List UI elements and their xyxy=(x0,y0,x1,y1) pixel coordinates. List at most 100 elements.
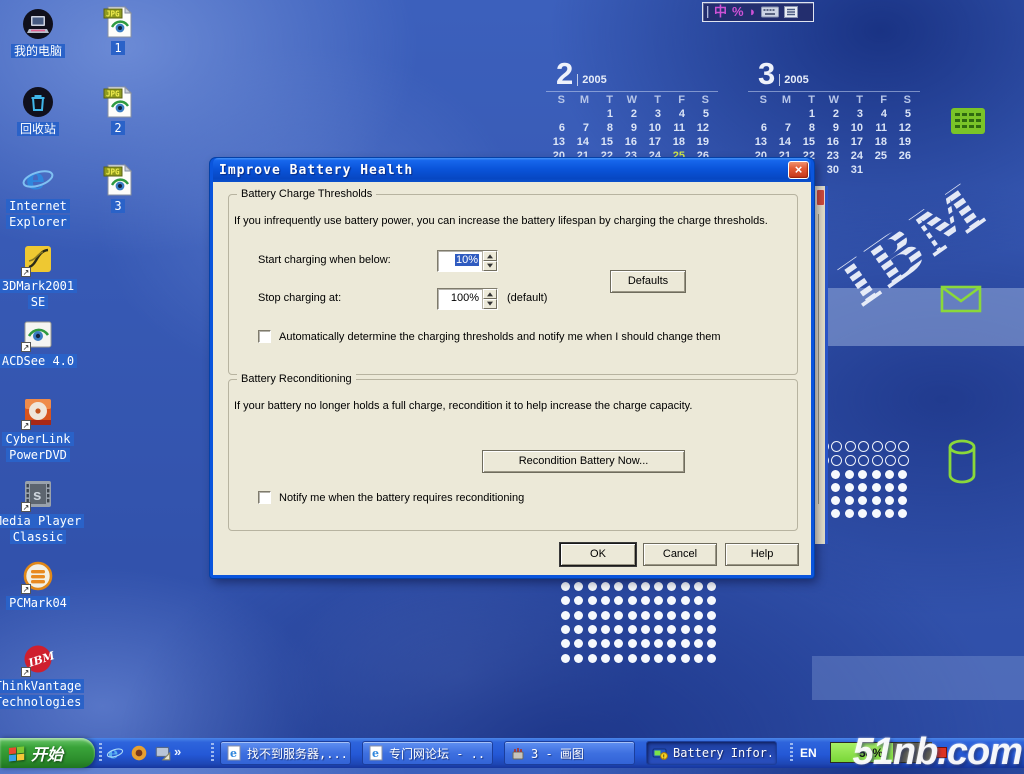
ime-menu-icon[interactable] xyxy=(784,6,798,18)
icon-label: PCMark04 xyxy=(6,596,70,610)
start-label: 开始 xyxy=(31,741,63,765)
notify-reconditioning-label: Notify me when the battery requires reco… xyxy=(279,492,524,504)
taskbar-task-1[interactable]: e找不到服务器,... xyxy=(220,741,351,765)
help-button[interactable]: Help xyxy=(725,543,799,566)
thresholds-description: If you infrequently use battery power, y… xyxy=(234,215,792,227)
improve-battery-health-dialog: Improve Battery Health × Battery Charge … xyxy=(210,158,814,578)
paint-icon xyxy=(510,745,526,761)
spin-down-icon[interactable] xyxy=(483,261,497,271)
icon-label: 回收站 xyxy=(17,122,59,136)
taskbar-separator[interactable] xyxy=(99,743,102,763)
start-charging-spinner[interactable]: 10% xyxy=(437,250,498,272)
quick-launch-overflow-chevron[interactable]: » xyxy=(174,744,181,759)
group-caption: Battery Charge Thresholds xyxy=(237,188,376,200)
width-toggle-icon[interactable]: % xyxy=(732,3,744,21)
icon-label: 2 xyxy=(111,121,124,135)
recycle-bin-icon xyxy=(21,86,55,120)
dialog-title: Improve Battery Health xyxy=(219,163,413,178)
svg-text:e: e xyxy=(26,163,45,197)
chinese-mode-icon[interactable]: 中 xyxy=(714,3,727,21)
ime-language-bar[interactable]: 中% ◗ xyxy=(702,2,814,22)
background-window-close-icon[interactable] xyxy=(816,189,825,206)
taskbar-task-3[interactable]: 3 - 画图 xyxy=(504,741,635,765)
desktop-icon-3dmark[interactable]: ↗ 3DMark2001 SE xyxy=(0,243,86,309)
punctuation-icon[interactable]: ◗ xyxy=(749,3,757,21)
background-window-border xyxy=(818,214,819,504)
background-window-edge[interactable] xyxy=(814,186,828,544)
taskbar-task-4[interactable]: ! Battery Infor... xyxy=(646,741,777,765)
cancel-button[interactable]: Cancel xyxy=(643,543,717,566)
ie-page-icon: e xyxy=(368,745,384,761)
jpg-file-icon: JPG xyxy=(101,163,135,197)
dialog-titlebar[interactable]: Improve Battery Health × xyxy=(213,158,811,182)
svg-text:e: e xyxy=(372,747,379,760)
task-button-area: e找不到服务器,...e专门网论坛 - ...3 - 画图!Battery In… xyxy=(220,741,788,765)
stop-charging-value: 100% xyxy=(438,289,482,309)
spin-down-icon[interactable] xyxy=(483,299,497,309)
quick-launch-area: e xyxy=(106,741,172,765)
auto-thresholds-checkbox[interactable] xyxy=(258,330,271,343)
shortcut-arrow-icon: ↗ xyxy=(21,267,31,277)
desktop-icon-acdsee[interactable]: ↗ ACDSee 4.0 xyxy=(0,318,86,368)
soft-keyboard-icon[interactable] xyxy=(761,6,779,18)
3dmark-icon: ↗ xyxy=(21,243,55,277)
pcmark-icon: ↗ xyxy=(21,560,55,594)
desktop-icon-powerdvd[interactable]: ↗CyberLinkPowerDVD xyxy=(0,396,86,462)
shortcut-arrow-icon: ↗ xyxy=(21,502,31,512)
defaults-button[interactable]: Defaults xyxy=(610,270,686,293)
language-indicator[interactable]: EN xyxy=(800,746,817,760)
svg-text:JPG: JPG xyxy=(106,10,120,19)
windows-logo-icon xyxy=(8,745,26,762)
desktop-icon-jpg-file[interactable]: JPG 2 xyxy=(70,85,166,135)
svg-text:JPG: JPG xyxy=(106,90,120,99)
notify-reconditioning-checkbox-row: Notify me when the battery requires reco… xyxy=(258,491,524,504)
desktop-icon-pcmark[interactable]: ↗ PCMark04 xyxy=(0,560,86,610)
desktop-icon-mpc[interactable]: s↗Media PlayerClassic xyxy=(0,478,86,544)
stop-charging-spinner[interactable]: 100% xyxy=(437,288,498,310)
taskbar-separator[interactable] xyxy=(211,743,214,763)
icon-label: 1 xyxy=(111,41,124,55)
start-charging-label: Start charging when below: xyxy=(258,254,391,266)
shortcut-arrow-icon: ↗ xyxy=(21,584,31,594)
icon-label: SE xyxy=(28,295,48,309)
task-label: 专门网论坛 - ... xyxy=(389,745,487,762)
close-icon[interactable]: × xyxy=(788,161,809,179)
mpc-icon: s↗ xyxy=(21,478,55,512)
internet-explorer-icon: e xyxy=(21,163,55,197)
svg-text:!: ! xyxy=(663,754,665,760)
ie-page-icon: e xyxy=(226,745,242,761)
ok-button[interactable]: OK xyxy=(560,543,636,566)
spin-up-icon[interactable] xyxy=(483,251,497,261)
desktop-icon-thinkvantage[interactable]: IBM↗ThinkVantageTechnologies xyxy=(0,643,86,709)
icon-label: 3DMark2001 xyxy=(0,279,77,293)
icon-label: 3 xyxy=(111,199,124,213)
icon-label: ThinkVantage xyxy=(0,679,84,693)
reconditioning-description: If your battery no longer holds a full c… xyxy=(234,400,792,412)
media-quick-icon[interactable] xyxy=(130,744,148,762)
my-computer-icon xyxy=(21,8,55,42)
ie-quick-icon[interactable]: e xyxy=(106,744,124,762)
dialog-body: Battery Charge Thresholds If you infrequ… xyxy=(213,182,811,575)
icon-label: ACDSee 4.0 xyxy=(0,354,77,368)
icon-label: Classic xyxy=(10,530,67,544)
desktop-quick-icon[interactable] xyxy=(154,744,172,762)
taskbar-separator[interactable] xyxy=(790,743,793,763)
recondition-battery-button[interactable]: Recondition Battery Now... xyxy=(482,450,685,473)
desktop-icon-jpg-file[interactable]: JPG 1 xyxy=(70,5,166,55)
default-note: (default) xyxy=(507,292,547,304)
thinkvantage-icon: IBM↗ xyxy=(21,643,55,677)
battery-icon: ! xyxy=(652,745,668,761)
jpg-file-icon: JPG xyxy=(101,85,135,119)
svg-text:e: e xyxy=(230,747,237,760)
task-label: Battery Infor... xyxy=(673,746,771,760)
notify-reconditioning-checkbox[interactable] xyxy=(258,491,271,504)
taskbar-task-2[interactable]: e 专门网论坛 - ... xyxy=(362,741,493,765)
grip-icon[interactable] xyxy=(707,6,709,18)
shortcut-arrow-icon: ↗ xyxy=(21,420,31,430)
icon-label: 我的电脑 xyxy=(11,44,65,58)
desktop-icon-jpg-file[interactable]: JPG 3 xyxy=(70,163,166,213)
spin-up-icon[interactable] xyxy=(483,289,497,299)
start-button[interactable]: 开始 xyxy=(0,738,95,768)
icon-label: PowerDVD xyxy=(6,448,70,462)
acdsee-icon: ↗ xyxy=(21,318,55,352)
